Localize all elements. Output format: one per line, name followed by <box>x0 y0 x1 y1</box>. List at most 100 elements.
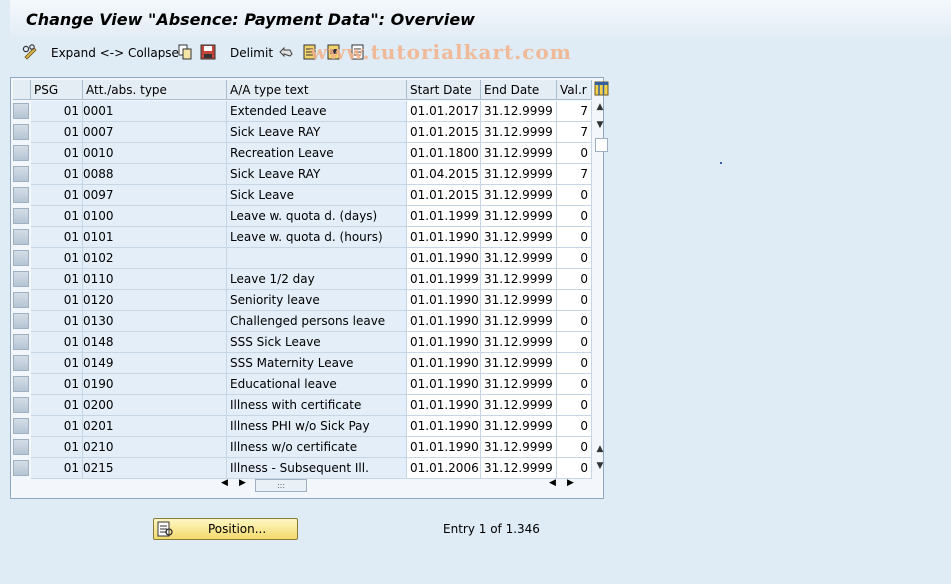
table-row[interactable]: 01 0215 Illness - Subsequent Ill. 01.01.200… <box>11 458 601 479</box>
cell-end-date[interactable]: 31.12.9999 <box>481 248 557 269</box>
cell-start-date[interactable]: 01.01.1990 <box>407 437 481 458</box>
cell-end-date[interactable]: 31.12.9999 <box>481 101 557 122</box>
cell-end-date[interactable]: 31.12.9999 <box>481 185 557 206</box>
cell-end-date[interactable]: 31.12.9999 <box>481 269 557 290</box>
table-settings-icon[interactable] <box>594 81 609 96</box>
column-header-aa-type-text[interactable]: A/A type text <box>227 80 407 100</box>
cell-val[interactable]: 0 <box>557 458 592 479</box>
row-selector[interactable] <box>13 124 29 140</box>
cell-val[interactable]: 0 <box>557 290 592 311</box>
row-selector[interactable] <box>13 439 29 455</box>
cell-val[interactable]: 0 <box>557 185 592 206</box>
row-selector[interactable] <box>13 376 29 392</box>
cell-val[interactable]: 0 <box>557 206 592 227</box>
table-row[interactable]: 01 0101 Leave w. quota d. (hours) 01.01.199… <box>11 227 601 248</box>
cell-start-date[interactable]: 01.01.1990 <box>407 353 481 374</box>
cell-start-date[interactable]: 01.01.2015 <box>407 185 481 206</box>
table-row[interactable]: 01 0130 Challenged persons leave 01.01.1990… <box>11 311 601 332</box>
row-selector[interactable] <box>13 460 29 476</box>
expand-collapse-button[interactable]: Expand <-> Collapse <box>51 44 179 62</box>
table-row[interactable]: 01 0001 Extended Leave 01.01.2017 31.12.9999… <box>11 101 601 122</box>
cell-val[interactable]: 0 <box>557 332 592 353</box>
table-row[interactable]: 01 0100 Leave w. quota d. (days) 01.01.1999… <box>11 206 601 227</box>
table-row[interactable]: 01 0110 Leave 1/2 day 01.01.1999 31.12.9999 0 <box>11 269 601 290</box>
cell-start-date[interactable]: 01.01.1990 <box>407 290 481 311</box>
cell-end-date[interactable]: 31.12.9999 <box>481 332 557 353</box>
column-header-att-abs-type[interactable]: Att./abs. type <box>83 80 227 100</box>
column-header-psg[interactable]: PSG <box>31 80 83 100</box>
cell-val[interactable]: 0 <box>557 416 592 437</box>
cell-end-date[interactable]: 31.12.9999 <box>481 206 557 227</box>
copy-icon[interactable] <box>177 44 193 60</box>
row-selector[interactable] <box>13 208 29 224</box>
row-selector[interactable] <box>13 271 29 287</box>
row-selector[interactable] <box>13 292 29 308</box>
column-header-val[interactable]: Val.r <box>557 80 592 100</box>
cell-val[interactable]: 0 <box>557 143 592 164</box>
cell-start-date[interactable]: 01.01.1800 <box>407 143 481 164</box>
row-selector[interactable] <box>13 250 29 266</box>
cell-val[interactable]: 0 <box>557 269 592 290</box>
row-selector[interactable] <box>13 145 29 161</box>
table-row[interactable]: 01 0190 Educational leave 01.01.1990 31.12.9… <box>11 374 601 395</box>
table-row[interactable]: 01 0120 Seniority leave 01.01.1990 31.12.999… <box>11 290 601 311</box>
table-row[interactable]: 01 0007 Sick Leave RAY 01.01.2015 31.12.9999… <box>11 122 601 143</box>
table-scroll-right-icon[interactable]: ▶ <box>567 478 574 488</box>
cell-start-date[interactable]: 01.01.1999 <box>407 206 481 227</box>
glasses-pencil-icon[interactable] <box>22 44 38 60</box>
cell-start-date[interactable]: 01.01.2015 <box>407 122 481 143</box>
cell-val[interactable]: 7 <box>557 101 592 122</box>
vertical-scrollbar[interactable]: ▲ ▼ ▲ ▼ <box>592 100 608 475</box>
cell-start-date[interactable]: 01.01.1990 <box>407 332 481 353</box>
cell-val[interactable]: 7 <box>557 164 592 185</box>
cell-start-date[interactable]: 01.01.1990 <box>407 248 481 269</box>
table-row[interactable]: 01 0201 Illness PHI w/o Sick Pay 01.01.1990… <box>11 416 601 437</box>
cell-end-date[interactable]: 31.12.9999 <box>481 374 557 395</box>
cell-end-date[interactable]: 31.12.9999 <box>481 227 557 248</box>
cell-val[interactable]: 0 <box>557 353 592 374</box>
row-selector[interactable] <box>13 334 29 350</box>
cell-end-date[interactable]: 31.12.9999 <box>481 353 557 374</box>
row-selector[interactable] <box>13 313 29 329</box>
row-selector[interactable] <box>13 103 29 119</box>
cell-start-date[interactable]: 01.04.2015 <box>407 164 481 185</box>
position-button[interactable]: Position... <box>153 518 298 540</box>
text-column-scrollbar[interactable]: ◀ ▶ ::: <box>217 478 307 494</box>
scroll-thumb[interactable] <box>595 138 608 152</box>
table-row[interactable]: 01 0148 SSS Sick Leave 01.01.1990 31.12.9999… <box>11 332 601 353</box>
cell-start-date[interactable]: 01.01.1990 <box>407 374 481 395</box>
scroll-up-icon[interactable]: ▲ <box>592 100 608 114</box>
hscroll-thumb[interactable]: ::: <box>255 479 307 492</box>
cell-val[interactable]: 0 <box>557 248 592 269</box>
column-header-end-date[interactable]: End Date <box>481 80 557 100</box>
table-row[interactable]: 01 0088 Sick Leave RAY 01.04.2015 31.12.9999… <box>11 164 601 185</box>
select-all-corner[interactable] <box>13 80 31 100</box>
cell-end-date[interactable]: 31.12.9999 <box>481 164 557 185</box>
scroll-page-up-icon[interactable]: ▲ <box>592 442 608 456</box>
cell-val[interactable]: 7 <box>557 122 592 143</box>
table-row[interactable]: 01 0200 Illness with certificate 01.01.1990… <box>11 395 601 416</box>
table-row[interactable]: 01 0010 Recreation Leave 01.01.1800 31.12.99… <box>11 143 601 164</box>
cell-val[interactable]: 0 <box>557 311 592 332</box>
row-selector[interactable] <box>13 418 29 434</box>
table-scroll-left-icon[interactable]: ◀ <box>549 478 556 488</box>
scroll-left-icon[interactable]: ◀ <box>221 478 228 488</box>
column-header-start-date[interactable]: Start Date <box>407 80 481 100</box>
cell-val[interactable]: 0 <box>557 374 592 395</box>
cell-end-date[interactable]: 31.12.9999 <box>481 143 557 164</box>
cell-start-date[interactable]: 01.01.1990 <box>407 311 481 332</box>
cell-start-date[interactable]: 01.01.1990 <box>407 395 481 416</box>
cell-val[interactable]: 0 <box>557 395 592 416</box>
save-local-icon[interactable] <box>200 44 216 60</box>
cell-val[interactable]: 0 <box>557 227 592 248</box>
table-horizontal-scrollbar[interactable]: ◀ ▶ <box>547 478 587 494</box>
row-selector[interactable] <box>13 187 29 203</box>
table-row[interactable]: 01 0097 Sick Leave 01.01.2015 31.12.9999 0 <box>11 185 601 206</box>
cell-end-date[interactable]: 31.12.9999 <box>481 311 557 332</box>
cell-val[interactable]: 0 <box>557 437 592 458</box>
cell-end-date[interactable]: 31.12.9999 <box>481 122 557 143</box>
scroll-right-icon[interactable]: ▶ <box>239 478 246 488</box>
table-row[interactable]: 01 0102 01.01.1990 31.12.9999 0 <box>11 248 601 269</box>
scroll-down-icon[interactable]: ▼ <box>592 459 608 473</box>
cell-start-date[interactable]: 01.01.1990 <box>407 416 481 437</box>
